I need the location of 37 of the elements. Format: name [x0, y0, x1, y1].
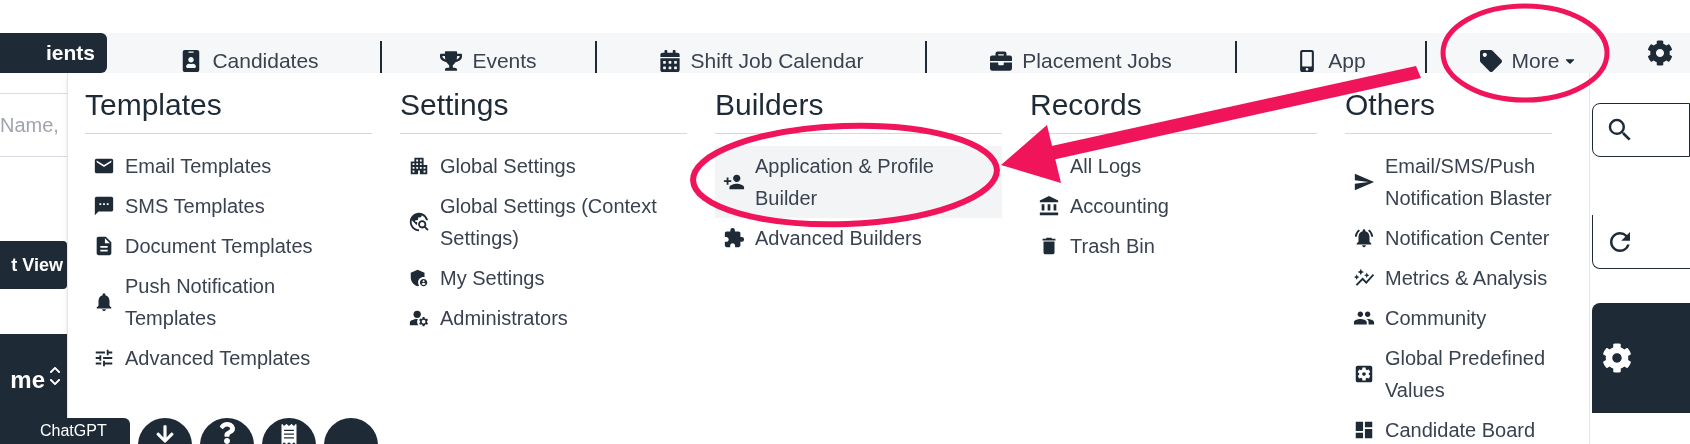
menu-heading: Settings — [400, 87, 510, 123]
nav-tab[interactable]: Candidates — [172, 45, 327, 77]
tag-icon — [1479, 50, 1502, 72]
bank-icon — [1038, 195, 1060, 217]
menu-item[interactable]: Application & Profile Builder — [715, 146, 1002, 218]
chat-icon — [93, 195, 115, 217]
briefcase-icon — [990, 50, 1013, 72]
nav-tab[interactable]: Shift Job Calendar — [650, 45, 872, 77]
sort-icon[interactable] — [49, 364, 61, 388]
menu-heading: Templates — [85, 87, 223, 123]
calendar-icon — [658, 50, 681, 72]
puzzle-icon — [723, 227, 745, 249]
bell-icon — [1353, 227, 1375, 249]
menu-heading: Records — [1030, 87, 1143, 123]
nav-tab[interactable]: ients — [0, 33, 107, 73]
nav-tab[interactable]: App — [1288, 45, 1374, 77]
shield-user-icon — [408, 267, 430, 289]
view-button[interactable]: t View — [0, 241, 67, 289]
search-field[interactable]: Name, — [0, 93, 67, 157]
settings-icon[interactable] — [1602, 343, 1632, 373]
send-icon — [1353, 171, 1375, 193]
nav-tab[interactable]: Placement Jobs — [982, 45, 1180, 77]
building-icon — [408, 155, 430, 177]
settings-icon — [1353, 363, 1375, 385]
arrow-down-icon — [155, 424, 175, 444]
settings-icon[interactable] — [1647, 40, 1673, 66]
menu-heading: Others — [1345, 87, 1437, 123]
column-header: me — [10, 365, 45, 395]
sliders-icon — [93, 347, 115, 369]
globe-search-icon — [408, 211, 430, 233]
more-menu-button[interactable]: More — [1471, 45, 1586, 77]
receipt-icon — [279, 424, 299, 444]
nav-tab[interactable]: Events — [432, 45, 545, 77]
search-button[interactable] — [1592, 103, 1690, 157]
trophy-icon — [440, 50, 463, 72]
dashboard-icon — [1353, 419, 1375, 441]
menu-heading: Builders — [715, 87, 825, 123]
